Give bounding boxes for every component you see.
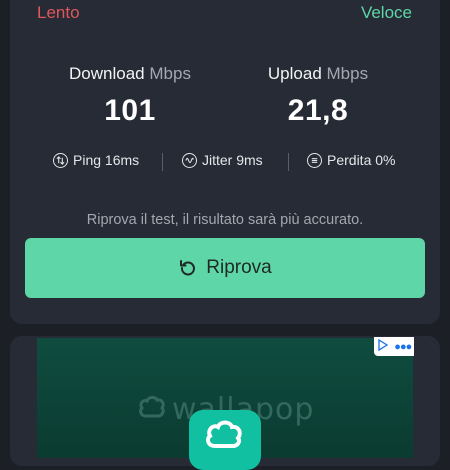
jitter-icon [182, 152, 197, 168]
upload-value: 21,8 [287, 94, 349, 127]
download-unit: Mbps [149, 64, 191, 83]
app-logo-icon [189, 410, 261, 470]
speed-scale-fast-label: Veloce [360, 3, 412, 22]
adchoices-icon [377, 338, 389, 356]
download-title: Download [69, 64, 145, 83]
loss-text: Perdita 0% [327, 152, 396, 168]
upload-metric: Upload Mbps 21,8 [218, 64, 418, 128]
download-value: 101 [104, 94, 156, 127]
packet-loss-icon [307, 152, 322, 168]
retry-button[interactable]: Riprova [25, 238, 425, 298]
upload-title: Upload [267, 64, 322, 83]
jitter-text: Jitter 9ms [202, 152, 263, 168]
ping-icon [53, 152, 68, 168]
download-label: Download Mbps [30, 64, 230, 84]
stats-divider [288, 153, 289, 171]
ad-choices-badge[interactable]: ●●● [374, 337, 414, 356]
speed-scale-slow-label: Lento [37, 3, 80, 22]
brand-logo-icon [137, 392, 167, 422]
retry-hint: Riprova il test, il risultato sarà più a… [86, 212, 364, 228]
upload-label: Upload Mbps [218, 64, 418, 84]
retry-label: Riprova [206, 257, 272, 278]
refresh-icon [178, 258, 198, 278]
download-metric: Download Mbps 101 [30, 64, 230, 128]
ping-text: Ping 16ms [73, 152, 140, 168]
jitter-stat: Jitter 9ms [182, 152, 263, 168]
stats-divider [162, 153, 163, 171]
ping-stat: Ping 16ms [53, 152, 139, 168]
stats-row: Ping 16ms Jitter 9ms Perdita 0% [40, 152, 410, 174]
more-options-icon: ●●● [394, 340, 412, 353]
upload-unit: Mbps [326, 64, 369, 83]
loss-stat: Perdita 0% [307, 152, 395, 168]
